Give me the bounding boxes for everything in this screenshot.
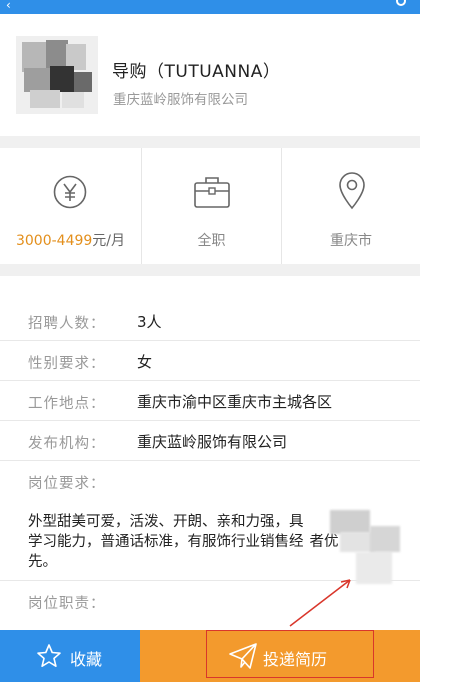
row-divider xyxy=(0,460,420,461)
location-pin-icon xyxy=(338,172,366,214)
annotation-arrow xyxy=(289,579,351,627)
salary-cell: 3000-4499元/月 xyxy=(0,148,141,264)
detail-row-headcount: 招聘人数： 3人 xyxy=(0,302,420,342)
detail-value: 3人 xyxy=(137,313,162,331)
yen-icon xyxy=(53,175,87,213)
section-divider xyxy=(0,136,420,148)
detail-value: 重庆蓝岭服饰有限公司 xyxy=(137,433,288,451)
row-divider xyxy=(0,340,420,341)
bottom-action-bar: 收藏 投递简历 xyxy=(0,630,420,682)
row-divider xyxy=(0,380,420,381)
requirements-line-2: 学习能力，普通话标准，有服饰行业销售经 xyxy=(28,534,304,550)
redaction-mosaic xyxy=(330,510,370,534)
redaction-mosaic xyxy=(340,532,374,552)
favorite-label: 收藏 xyxy=(70,650,103,669)
row-divider xyxy=(0,420,420,421)
salary-label: 3000-4499元/月 xyxy=(0,230,141,250)
briefcase-icon xyxy=(193,175,231,213)
detail-label: 招聘人数： xyxy=(28,316,106,332)
detail-row-location: 工作地点： 重庆市渝中区重庆市主城各区 xyxy=(0,382,420,422)
responsibilities-label: 岗位职责： xyxy=(28,596,106,612)
job-type-cell: 全职 xyxy=(142,148,281,264)
detail-value: 重庆市渝中区重庆市主城各区 xyxy=(137,393,333,411)
job-header: 导购（TUTUANNA） 重庆蓝岭服饰有限公司 xyxy=(0,14,420,136)
salary-unit: 元/月 xyxy=(92,233,126,249)
detail-value: 女 xyxy=(137,353,153,371)
company-name[interactable]: 重庆蓝岭服饰有限公司 xyxy=(113,88,248,108)
more-icon[interactable] xyxy=(396,0,406,6)
company-logo xyxy=(16,36,98,114)
star-icon xyxy=(36,643,62,673)
section-divider xyxy=(0,264,420,276)
location-cell: 重庆市 xyxy=(282,148,420,264)
detail-label: 工作地点： xyxy=(28,396,106,412)
top-navigation-bar: ‹ xyxy=(0,0,420,14)
page-margin xyxy=(420,0,457,682)
requirements-label: 岗位要求： xyxy=(28,476,106,492)
requirements-heading: 岗位要求： xyxy=(0,462,420,502)
job-type-label: 全职 xyxy=(197,233,226,249)
redaction-mosaic xyxy=(370,526,400,552)
city-label: 重庆市 xyxy=(330,233,372,249)
salary-range: 3000-4499 xyxy=(15,233,93,249)
detail-row-publisher: 发布机构： 重庆蓝岭服饰有限公司 xyxy=(0,422,420,462)
favorite-button[interactable]: 收藏 xyxy=(0,630,140,682)
detail-label: 性别要求： xyxy=(28,356,106,372)
job-title: 导购（TUTUANNA） xyxy=(112,62,281,82)
detail-row-gender: 性别要求： 女 xyxy=(0,342,420,382)
back-icon[interactable]: ‹ xyxy=(6,0,11,12)
annotation-highlight-box xyxy=(206,630,374,678)
requirements-line-1: 外型甜美可爱，活泼、开朗、亲和力强，具 xyxy=(28,514,304,530)
requirements-line-3: 先。 xyxy=(28,554,57,570)
job-summary-row: 3000-4499元/月 全职 重庆市 xyxy=(0,148,420,264)
detail-label: 发布机构： xyxy=(28,436,106,452)
requirements-line-2-tail: 者优 xyxy=(309,534,339,550)
